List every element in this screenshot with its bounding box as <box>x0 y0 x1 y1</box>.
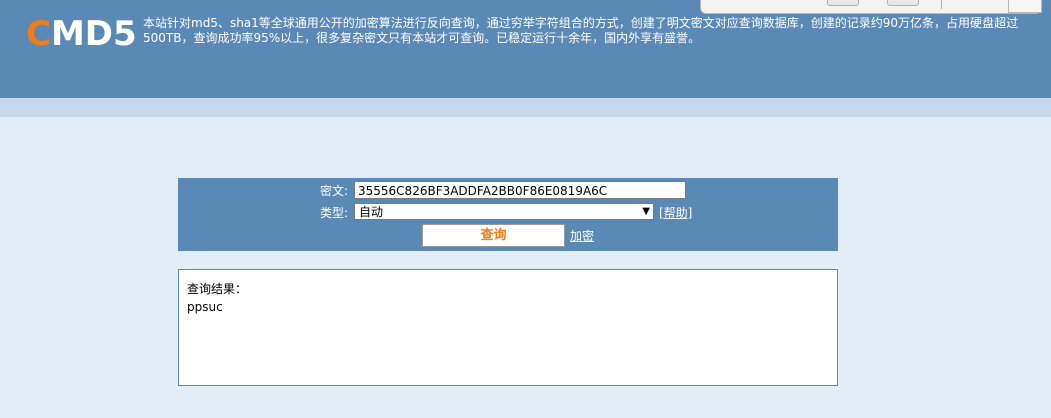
help-link[interactable]: [帮助] <box>659 206 692 220</box>
toolbar-button[interactable] <box>887 0 919 6</box>
logo-letter-c: C <box>26 14 51 54</box>
type-label: 类型: <box>320 206 349 220</box>
dropdown-arrow-icon: ▼ <box>642 206 650 217</box>
toolbar-button[interactable] <box>827 0 859 6</box>
result-box: 查询结果： ppsuc <box>178 269 838 386</box>
cipher-label: 密文: <box>320 184 349 198</box>
result-label: 查询结果： <box>187 282 248 296</box>
result-value: ppsuc <box>187 300 223 314</box>
header-subband <box>0 98 1051 117</box>
site-intro: 本站针对md5、sha1等全球通用公开的加密算法进行反向查询，通过穷举字符组合的… <box>143 16 1019 45</box>
browser-toolbar-overlay <box>700 0 1042 14</box>
type-select[interactable]: 自动 ▼ <box>354 203 654 220</box>
type-select-value: 自动 <box>359 205 384 219</box>
encrypt-link[interactable]: 加密 <box>570 229 594 243</box>
corner-widget[interactable] <box>1008 0 1042 13</box>
site-logo[interactable]: CMD5 <box>26 14 137 54</box>
site-header: CMD5 本站针对md5、sha1等全球通用公开的加密算法进行反向查询，通过穷举… <box>0 0 1051 98</box>
cipher-input[interactable]: 35556C826BF3ADDFA2BB0F86E0819A6C <box>354 181 686 199</box>
logo-text-md5: MD5 <box>50 14 137 54</box>
toolbar-separator <box>941 0 942 9</box>
query-form: 密文: 35556C826BF3ADDFA2BB0F86E0819A6C 类型:… <box>178 178 838 251</box>
query-button[interactable]: 查询 <box>422 224 565 247</box>
